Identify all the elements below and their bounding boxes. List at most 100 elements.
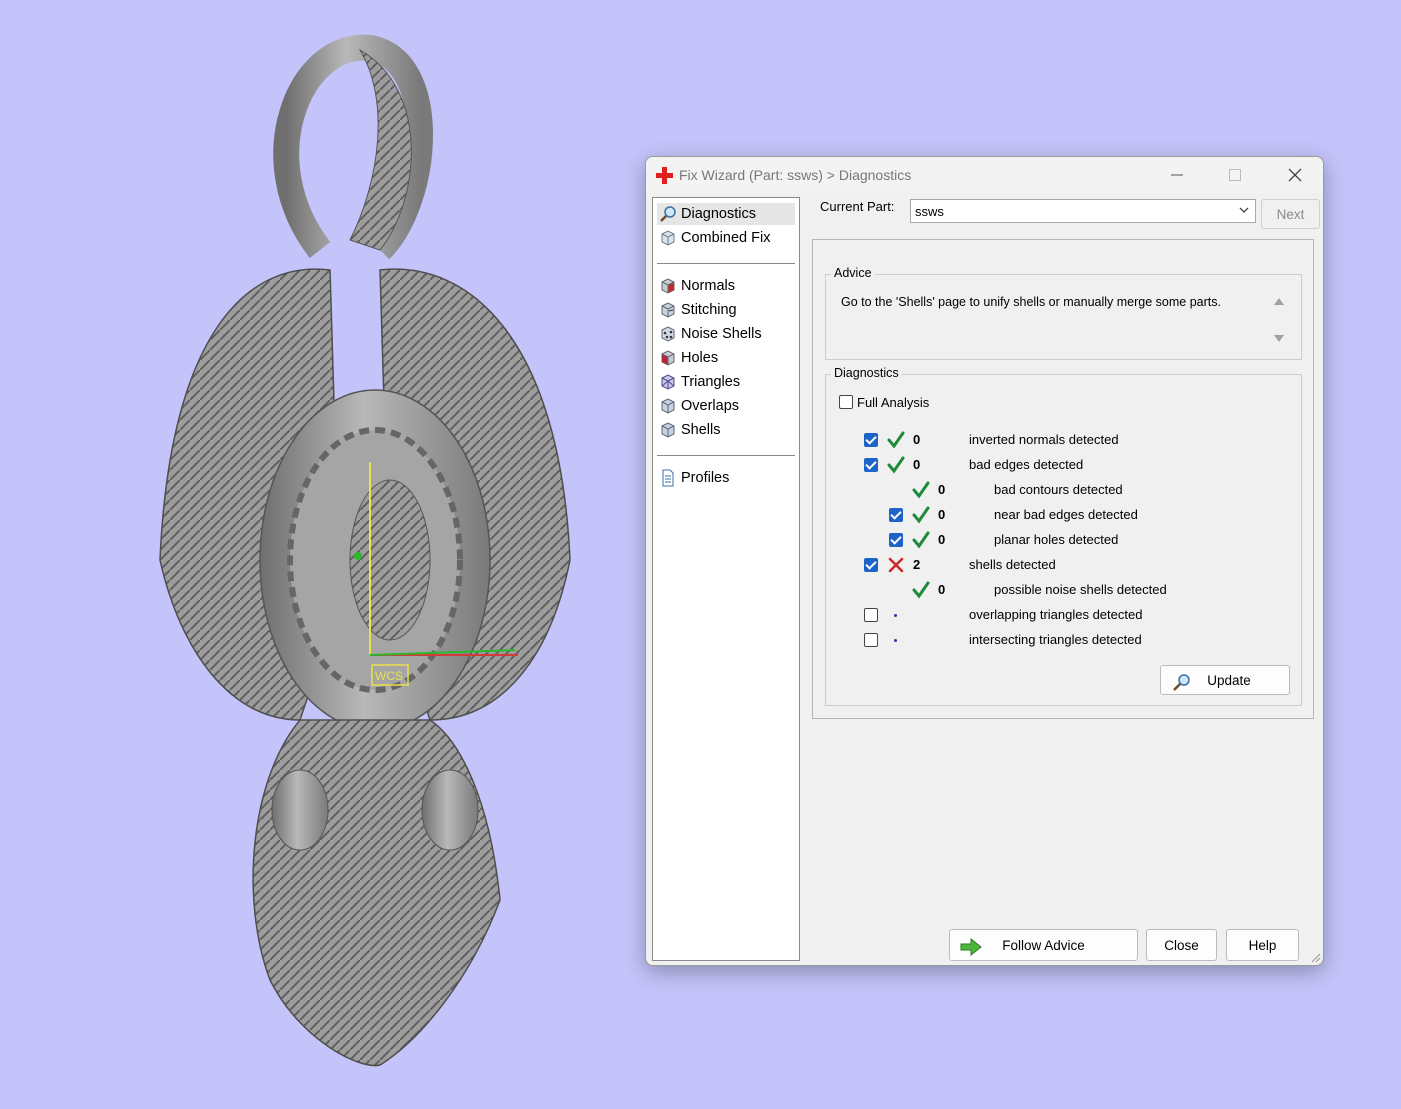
- diagnostic-count: 0: [938, 582, 946, 597]
- diagnostic-checkbox[interactable]: [889, 508, 903, 522]
- checkmark-icon: [912, 506, 930, 524]
- diagnostics-panel: Advice Go to the 'Shells' page to unify …: [812, 239, 1314, 719]
- pending-dot-icon: [894, 639, 897, 642]
- resize-grip-icon[interactable]: [1309, 951, 1321, 963]
- cube-icon: [661, 230, 675, 246]
- stitching-cube-icon: [661, 302, 675, 318]
- wcs-label: WCS: [375, 669, 403, 683]
- diagnostic-count: 0: [913, 457, 921, 472]
- nav-label: Stitching: [681, 302, 737, 318]
- nav-label: Combined Fix: [681, 230, 771, 246]
- diagnostic-count: 0: [938, 532, 946, 547]
- nav-item-holes[interactable]: Holes: [657, 347, 795, 369]
- diagnostic-checkbox[interactable]: [864, 558, 878, 572]
- holes-cube-icon: [661, 350, 675, 366]
- diagnostic-count: 0: [913, 432, 921, 447]
- error-x-icon: [888, 557, 904, 573]
- advice-group: Advice Go to the 'Shells' page to unify …: [825, 266, 1302, 360]
- diagnostic-row: 0 near bad edges detected: [826, 505, 1296, 525]
- diagnostic-label: shells detected: [969, 557, 1056, 572]
- nav-item-shells[interactable]: Shells: [657, 419, 795, 441]
- pendant-model: WCS: [159, 34, 571, 1067]
- diagnostic-checkbox[interactable]: [864, 633, 878, 647]
- nav-divider: [657, 263, 795, 264]
- checkmark-icon: [912, 581, 930, 599]
- nav-label: Overlaps: [681, 398, 740, 414]
- shells-cube-icon: [661, 422, 675, 438]
- fix-wizard-dialog: Fix Wizard (Part: ssws) > Diagnostics Di…: [645, 156, 1324, 966]
- nav-item-triangles[interactable]: Triangles: [657, 371, 795, 393]
- help-button[interactable]: Help: [1226, 929, 1299, 961]
- close-label: Close: [1164, 937, 1199, 953]
- diagnostic-row: 0 possible noise shells detected: [826, 580, 1296, 600]
- nav-item-diagnostics[interactable]: Diagnostics: [657, 203, 795, 225]
- advice-text: Go to the 'Shells' page to unify shells …: [841, 295, 1221, 309]
- advice-scrollbar[interactable]: [1269, 291, 1289, 349]
- close-icon: [1288, 168, 1302, 182]
- minimize-icon: [1171, 174, 1183, 176]
- diagnostic-row: overlapping triangles detected: [826, 605, 1296, 625]
- maximize-button[interactable]: [1206, 157, 1264, 193]
- overlaps-cube-icon: [661, 398, 675, 414]
- nav-label: Noise Shells: [681, 326, 762, 342]
- advice-title: Advice: [831, 266, 875, 280]
- diagnostic-row: 0 inverted normals detected: [826, 430, 1296, 450]
- nav-label: Shells: [681, 422, 721, 438]
- diagnostic-checkbox[interactable]: [889, 533, 903, 547]
- update-button[interactable]: Update: [1160, 665, 1290, 695]
- checkmark-icon: [887, 456, 905, 474]
- nav-item-combined-fix[interactable]: Combined Fix: [657, 227, 795, 249]
- nav-item-profiles[interactable]: Profiles: [657, 467, 795, 489]
- 3d-viewport[interactable]: WCS: [0, 0, 640, 1109]
- diagnostic-label: planar holes detected: [994, 532, 1119, 547]
- nav-label: Diagnostics: [681, 206, 756, 222]
- next-button[interactable]: Next: [1261, 199, 1320, 229]
- diagnostic-row: intersecting triangles detected: [826, 630, 1296, 650]
- diagnostic-label: bad edges detected: [969, 457, 1084, 472]
- follow-advice-button[interactable]: Follow Advice: [949, 929, 1138, 961]
- diagnostic-checkbox[interactable]: [864, 433, 878, 447]
- checkmark-icon: [912, 481, 930, 499]
- nav-item-normals[interactable]: Normals: [657, 275, 795, 297]
- nav-label: Holes: [681, 350, 719, 366]
- diagnostics-title: Diagnostics: [831, 366, 902, 380]
- help-label: Help: [1248, 937, 1277, 953]
- triangles-cube-icon: [661, 374, 675, 390]
- diagnostic-label: intersecting triangles detected: [969, 632, 1142, 647]
- diagnostic-row: 0 bad edges detected: [826, 455, 1296, 475]
- chevron-down-icon: [1239, 207, 1249, 213]
- scroll-down-icon[interactable]: [1274, 335, 1284, 342]
- full-analysis-checkbox[interactable]: [839, 395, 853, 409]
- diagnostic-count: 0: [938, 482, 946, 497]
- follow-advice-label: Follow Advice: [1002, 937, 1085, 953]
- current-part-select[interactable]: ssws: [910, 199, 1256, 223]
- diagnostic-label: bad contours detected: [994, 482, 1123, 497]
- diagnostic-checkbox[interactable]: [864, 458, 878, 472]
- diagnostic-checkbox[interactable]: [864, 608, 878, 622]
- magnifier-icon: [660, 206, 676, 222]
- magnifier-icon: [1173, 674, 1190, 691]
- diagnostic-count: 0: [938, 507, 946, 522]
- maximize-icon: [1229, 169, 1241, 181]
- nav-item-overlaps[interactable]: Overlaps: [657, 395, 795, 417]
- nav-item-noise-shells[interactable]: Noise Shells: [657, 323, 795, 345]
- minimize-button[interactable]: [1148, 157, 1206, 193]
- diagnostic-count: 2: [913, 557, 921, 572]
- normals-cube-icon: [661, 278, 675, 294]
- scroll-up-icon[interactable]: [1274, 298, 1284, 305]
- nav-item-stitching[interactable]: Stitching: [657, 299, 795, 321]
- window-title: Fix Wizard (Part: ssws) > Diagnostics: [679, 167, 912, 183]
- close-button[interactable]: Close: [1146, 929, 1217, 961]
- title-bar[interactable]: Fix Wizard (Part: ssws) > Diagnostics: [646, 157, 1323, 193]
- diagnostic-label: inverted normals detected: [969, 432, 1119, 447]
- diagnostics-group: Diagnostics Full Analysis 0 inverted norm…: [825, 366, 1302, 706]
- current-part-value: ssws: [915, 204, 944, 219]
- noise-shells-icon: [661, 326, 675, 342]
- diagnostic-label: possible noise shells detected: [994, 582, 1167, 597]
- update-label: Update: [1207, 672, 1251, 688]
- close-window-button[interactable]: [1266, 157, 1323, 193]
- checkmark-icon: [887, 431, 905, 449]
- nav-label: Triangles: [681, 374, 741, 390]
- diagnostic-label: near bad edges detected: [994, 507, 1138, 522]
- full-analysis-label: Full Analysis: [857, 395, 930, 410]
